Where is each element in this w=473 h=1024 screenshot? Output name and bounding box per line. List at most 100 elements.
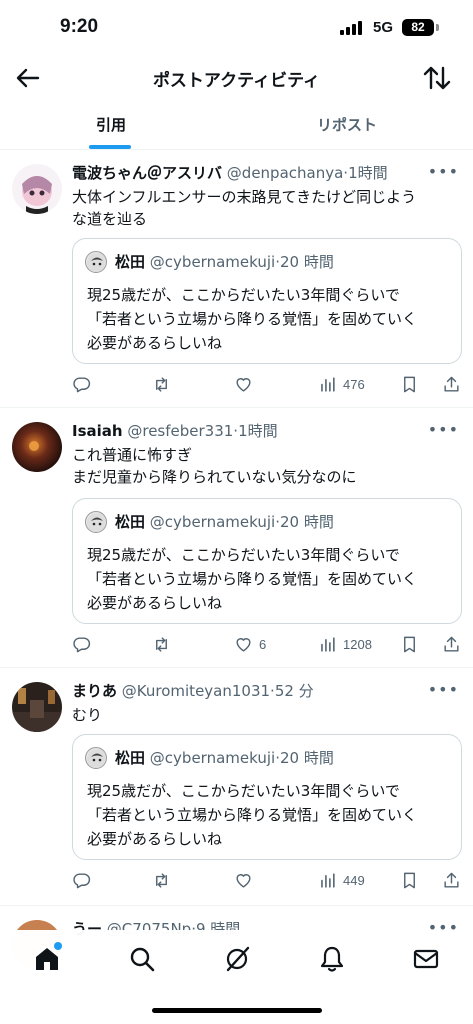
- view-count: 449: [343, 872, 365, 888]
- post-header: Isaiah @resfeber331·1時間: [72, 422, 278, 440]
- quoted-text-line: 必要があるらしいね: [87, 334, 223, 352]
- reply-icon: [73, 872, 91, 888]
- bookmark-button[interactable]: [400, 632, 419, 656]
- like-button[interactable]: [234, 868, 259, 892]
- status-bar: 9:20 5G 82: [0, 0, 473, 56]
- bookmark-button[interactable]: [400, 372, 419, 396]
- more-options-icon[interactable]: •••: [428, 680, 459, 699]
- share-icon: [444, 636, 459, 652]
- quoted-time: 20 時間: [279, 749, 334, 767]
- avatar[interactable]: [12, 682, 62, 732]
- active-tab-indicator: [89, 145, 131, 149]
- author-handle[interactable]: @Kuromiteyan1031: [122, 682, 270, 700]
- more-options-icon[interactable]: •••: [428, 420, 459, 439]
- repost-button[interactable]: [152, 632, 171, 656]
- post-text-line: 大体インフルエンサーの末路見てきたけど同じよう: [72, 188, 417, 206]
- quoted-header: 松田 @cybernamekuji·20 時間: [115, 513, 334, 531]
- quoted-text-line: 必要があるらしいね: [87, 830, 223, 848]
- post-time: 1時間: [238, 422, 278, 440]
- quoted-post-card[interactable]: 松田 @cybernamekuji·20 時間 現25歳だが、ここからだいたい3…: [72, 238, 462, 364]
- like-button[interactable]: 6: [234, 632, 266, 656]
- view-count: 476: [343, 376, 365, 392]
- post-text: これ普通に怖すぎ まだ児童から降りられていない気分なのに: [72, 444, 462, 488]
- views-button[interactable]: 449: [318, 868, 365, 892]
- home-indicator[interactable]: [152, 1008, 322, 1013]
- quoted-post-card[interactable]: 松田 @cybernamekuji·20 時間 現25歳だが、ここからだいたい3…: [72, 498, 462, 624]
- quoted-author-handle: @cybernamekuji: [149, 513, 276, 531]
- quoted-author-name: 松田: [115, 253, 146, 271]
- like-button[interactable]: [234, 372, 259, 396]
- bookmark-icon: [404, 376, 415, 392]
- bookmark-button[interactable]: [400, 868, 419, 892]
- share-icon: [444, 872, 459, 888]
- reply-icon: [73, 376, 91, 392]
- repost-icon: [156, 636, 167, 652]
- quoted-text-line: 必要があるらしいね: [87, 594, 223, 612]
- post[interactable]: 電波ちゃん＠アスリバ @denpachanya·1時間 ••• 大体インフルエン…: [0, 150, 473, 408]
- post-actions: 476: [72, 372, 464, 396]
- quoted-text-line: 現25歳だが、ここからだいたい3年間ぐらいで: [87, 782, 400, 800]
- heart-icon: [236, 637, 251, 652]
- tab-reposts[interactable]: リポスト: [236, 104, 458, 150]
- quoted-avatar: [85, 747, 107, 769]
- sort-icon[interactable]: [421, 62, 453, 94]
- author-handle[interactable]: @denpachanya: [227, 164, 344, 182]
- quoted-author-name: 松田: [115, 749, 146, 767]
- share-button[interactable]: [442, 632, 461, 656]
- view-count: 1208: [343, 636, 372, 652]
- avatar[interactable]: [12, 422, 62, 472]
- post-text: むり: [72, 704, 462, 726]
- status-time: 9:20: [60, 16, 99, 37]
- tab-quotes[interactable]: 引用: [0, 104, 222, 150]
- share-icon: [444, 376, 459, 392]
- quoted-post-card[interactable]: 松田 @cybernamekuji·20 時間 現25歳だが、ここからだいたい3…: [72, 734, 462, 860]
- new-content-indicator: [54, 942, 62, 950]
- search-icon[interactable]: [127, 944, 157, 974]
- quoted-text-line: 「若者という立場から降りる覚悟」を固めていく: [87, 570, 418, 588]
- share-button[interactable]: [442, 868, 461, 892]
- quoted-author-handle: @cybernamekuji: [149, 749, 276, 767]
- bookmark-icon: [404, 636, 415, 652]
- post-actions: 6 1208: [72, 632, 464, 656]
- post-text-line: むり: [72, 706, 103, 724]
- post-text-line: な道を辿る: [72, 210, 148, 228]
- post-text-line: まだ児童から降りられていない気分なのに: [72, 468, 357, 486]
- author-handle[interactable]: @resfeber331: [127, 422, 233, 440]
- post-time: 52 分: [274, 682, 314, 700]
- post-text-line: これ普通に怖すぎ: [72, 446, 193, 464]
- bookmark-icon: [404, 872, 415, 888]
- views-icon: [321, 636, 335, 652]
- battery-tip: [436, 24, 439, 31]
- reply-button[interactable]: [72, 632, 91, 656]
- repost-button[interactable]: [152, 372, 171, 396]
- quoted-text-line: 「若者という立場から降りる覚悟」を固めていく: [87, 806, 418, 824]
- more-options-icon[interactable]: •••: [428, 162, 459, 181]
- post[interactable]: Isaiah @resfeber331·1時間 ••• これ普通に怖すぎ まだ児…: [0, 408, 473, 668]
- post[interactable]: まりあ @Kuromiteyan1031·52 分 ••• むり 松田 @cyb…: [0, 668, 473, 906]
- bottom-nav: [0, 940, 473, 980]
- views-button[interactable]: 476: [318, 372, 365, 396]
- header: ポストアクティビティ: [0, 56, 473, 100]
- notifications-icon[interactable]: [317, 944, 347, 974]
- reply-button[interactable]: [72, 868, 91, 892]
- repost-button[interactable]: [152, 868, 171, 892]
- share-button[interactable]: [442, 372, 461, 396]
- author-name[interactable]: まりあ: [72, 682, 117, 700]
- quoted-header: 松田 @cybernamekuji·20 時間: [115, 253, 334, 271]
- views-icon: [321, 872, 335, 888]
- tab-bar: 引用 リポスト: [0, 104, 473, 150]
- page-title: ポストアクティビティ: [152, 71, 321, 91]
- grok-icon[interactable]: [222, 944, 252, 974]
- quoted-text: 現25歳だが、ここからだいたい3年間ぐらいで 「若者という立場から降りる覚悟」を…: [87, 779, 452, 851]
- avatar[interactable]: [12, 164, 62, 214]
- views-button[interactable]: 1208: [318, 632, 372, 656]
- messages-icon[interactable]: [411, 944, 441, 974]
- quoted-author-name: 松田: [115, 513, 146, 531]
- author-name[interactable]: 電波ちゃん＠アスリバ: [72, 164, 222, 182]
- post-text: 大体インフルエンサーの末路見てきたけど同じよう な道を辿る: [72, 186, 462, 230]
- battery-icon: 82: [402, 19, 434, 36]
- reply-button[interactable]: [72, 372, 91, 396]
- repost-icon: [156, 376, 167, 392]
- author-name[interactable]: Isaiah: [72, 422, 123, 440]
- network-type: 5G: [373, 19, 394, 36]
